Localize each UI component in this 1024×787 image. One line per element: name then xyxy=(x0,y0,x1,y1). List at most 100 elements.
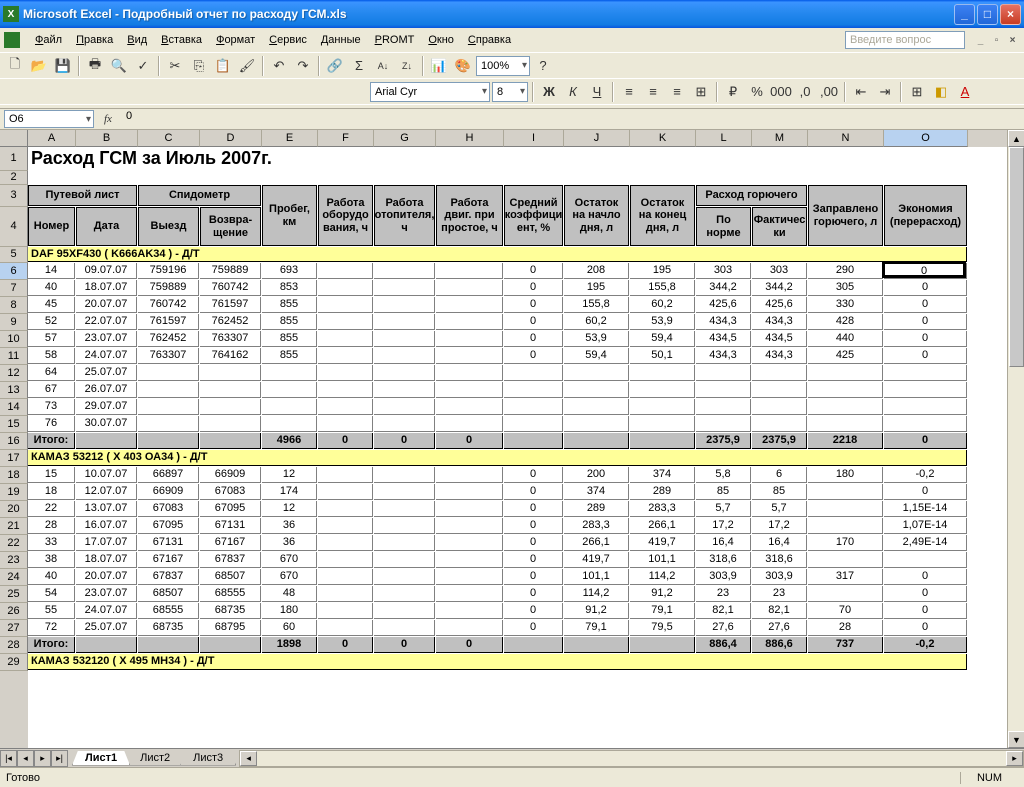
data-cell[interactable] xyxy=(752,399,807,415)
data-cell[interactable] xyxy=(318,382,373,398)
horizontal-scrollbar[interactable]: ◂ ▸ xyxy=(239,750,1024,767)
comma-button[interactable]: 000 xyxy=(770,81,792,103)
data-cell[interactable] xyxy=(630,382,695,398)
col-header-G[interactable]: G xyxy=(374,130,436,147)
close-button[interactable]: × xyxy=(1000,4,1021,25)
row-header-15[interactable]: 15 xyxy=(0,416,28,433)
data-cell[interactable]: 67083 xyxy=(200,484,261,500)
totals-cell[interactable]: 0 xyxy=(318,637,373,653)
sheet-tab-Лист2[interactable]: Лист2 xyxy=(127,751,183,766)
data-cell[interactable]: 440 xyxy=(808,331,883,347)
group-label-0[interactable]: DAF 95XF430 ( K666AK34 ) - Д/Т xyxy=(28,247,967,262)
underline-button[interactable]: Ч xyxy=(586,81,608,103)
sheet-tab-Лист1[interactable]: Лист1 xyxy=(72,751,130,766)
data-cell[interactable] xyxy=(696,365,751,381)
cut-button[interactable]: ✂ xyxy=(164,55,186,77)
data-cell[interactable] xyxy=(374,314,435,330)
data-cell[interactable]: 91,2 xyxy=(630,586,695,602)
data-cell[interactable]: 50,1 xyxy=(630,348,695,364)
help-button[interactable]: ? xyxy=(532,55,554,77)
menu-данные[interactable]: Данные xyxy=(314,32,368,48)
data-cell[interactable]: 759889 xyxy=(200,263,261,279)
data-cell[interactable] xyxy=(200,416,261,432)
data-cell[interactable]: 0 xyxy=(884,620,967,636)
data-cell[interactable]: 22 xyxy=(28,501,75,517)
data-cell[interactable]: 303 xyxy=(752,263,807,279)
totals-cell[interactable]: 1898 xyxy=(262,637,317,653)
data-cell[interactable] xyxy=(696,382,751,398)
data-cell[interactable]: 10.07.07 xyxy=(76,467,137,483)
data-cell[interactable] xyxy=(808,552,883,568)
data-cell[interactable]: 0 xyxy=(504,263,563,279)
hdr-spido[interactable]: Спидометр xyxy=(138,185,261,206)
data-cell[interactable] xyxy=(138,416,199,432)
data-cell[interactable]: 53,9 xyxy=(630,314,695,330)
data-cell[interactable]: 67167 xyxy=(200,535,261,551)
data-cell[interactable]: 0 xyxy=(504,620,563,636)
data-cell[interactable]: 155,8 xyxy=(630,280,695,296)
help-search-input[interactable]: Введите вопрос xyxy=(845,31,965,49)
data-cell[interactable] xyxy=(436,535,503,551)
data-cell[interactable]: 17.07.07 xyxy=(76,535,137,551)
data-cell[interactable] xyxy=(374,501,435,517)
data-cell[interactable]: 85 xyxy=(752,484,807,500)
data-cell[interactable]: 72 xyxy=(28,620,75,636)
data-cell[interactable] xyxy=(808,399,883,415)
data-cell[interactable] xyxy=(374,382,435,398)
data-cell[interactable]: 0 xyxy=(504,586,563,602)
data-cell[interactable]: 12 xyxy=(262,467,317,483)
fill-color-button[interactable]: ◧ xyxy=(930,81,952,103)
doc-close-button[interactable]: × xyxy=(1005,33,1020,47)
data-cell[interactable] xyxy=(318,484,373,500)
data-cell[interactable]: 764162 xyxy=(200,348,261,364)
data-cell[interactable]: 67167 xyxy=(138,552,199,568)
data-cell[interactable]: 761597 xyxy=(138,314,199,330)
data-cell[interactable]: 0 xyxy=(504,535,563,551)
data-cell[interactable] xyxy=(564,399,629,415)
row-header-3[interactable]: 3 xyxy=(0,185,28,207)
data-cell[interactable] xyxy=(200,399,261,415)
data-cell[interactable]: 0 xyxy=(504,331,563,347)
data-cell[interactable] xyxy=(138,399,199,415)
select-all-corner[interactable] xyxy=(0,130,28,147)
data-cell[interactable] xyxy=(436,348,503,364)
increase-decimal-button[interactable]: ,0 xyxy=(794,81,816,103)
data-cell[interactable]: 40 xyxy=(28,280,75,296)
spellcheck-button[interactable]: ✓ xyxy=(132,55,154,77)
data-cell[interactable]: 79,1 xyxy=(630,603,695,619)
font-size-combo[interactable]: 8 xyxy=(492,82,528,102)
data-cell[interactable]: 330 xyxy=(808,297,883,313)
data-cell[interactable]: 180 xyxy=(262,603,317,619)
data-cell[interactable]: 76 xyxy=(28,416,75,432)
data-cell[interactable]: 70 xyxy=(808,603,883,619)
data-cell[interactable]: 419,7 xyxy=(630,535,695,551)
data-cell[interactable]: 82,1 xyxy=(752,603,807,619)
spreadsheet-grid[interactable]: ABCDEFGHIJKLMNO 123456789101112131415161… xyxy=(0,130,1024,748)
print-button[interactable]: 🖶 xyxy=(84,55,106,77)
align-center-button[interactable]: ≡ xyxy=(642,81,664,103)
data-cell[interactable]: 1,15E-14 xyxy=(884,501,967,517)
col-header-F[interactable]: F xyxy=(318,130,374,147)
totals-cell[interactable]: -0,2 xyxy=(884,637,967,653)
hdr-ost-nach[interactable]: Остаток на начло дня, л xyxy=(564,185,629,246)
data-cell[interactable]: 16,4 xyxy=(752,535,807,551)
row-header-25[interactable]: 25 xyxy=(0,586,28,603)
data-cell[interactable]: 759196 xyxy=(138,263,199,279)
data-cell[interactable] xyxy=(808,382,883,398)
scroll-right-button[interactable]: ▸ xyxy=(1006,751,1023,766)
data-cell[interactable]: 155,8 xyxy=(564,297,629,313)
data-cell[interactable]: 101,1 xyxy=(564,569,629,585)
data-cell[interactable] xyxy=(436,382,503,398)
data-cell[interactable]: 26.07.07 xyxy=(76,382,137,398)
totals-cell[interactable] xyxy=(76,637,137,653)
data-cell[interactable]: 18 xyxy=(28,484,75,500)
data-cell[interactable]: 434,5 xyxy=(696,331,751,347)
data-cell[interactable]: 114,2 xyxy=(564,586,629,602)
data-cell[interactable]: 266,1 xyxy=(564,535,629,551)
data-cell[interactable]: 67837 xyxy=(200,552,261,568)
data-cell[interactable]: 0 xyxy=(504,297,563,313)
data-cell[interactable] xyxy=(696,416,751,432)
data-cell[interactable]: 0 xyxy=(884,331,967,347)
row-header-19[interactable]: 19 xyxy=(0,484,28,501)
data-cell[interactable]: 67083 xyxy=(138,501,199,517)
